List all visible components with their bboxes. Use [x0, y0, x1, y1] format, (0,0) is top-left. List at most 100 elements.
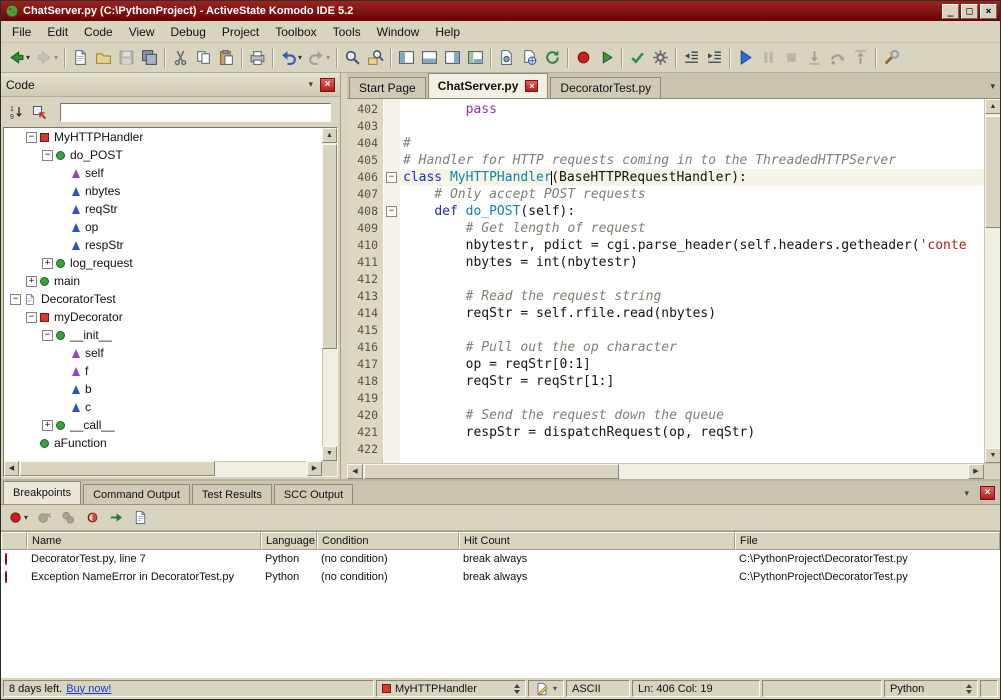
code-line-414[interactable]: 414 reqStr = self.rfile.read(nbytes) — [347, 305, 984, 322]
column-language[interactable]: Language — [261, 532, 317, 550]
code-line-418[interactable]: 418 reqStr = reqStr[1:] — [347, 373, 984, 390]
tab-scc-output[interactable]: SCC Output — [274, 484, 353, 504]
toggle-breakpoint-state-button[interactable] — [81, 507, 103, 529]
code-line-404[interactable]: 404# — [347, 135, 984, 152]
panel-menu-icon[interactable]: ▾ — [301, 79, 320, 90]
preferences-button[interactable] — [649, 46, 672, 70]
open-button[interactable] — [92, 46, 115, 70]
copy-button[interactable] — [192, 46, 215, 70]
tab-chatserver-py[interactable]: ChatServer.py× — [428, 73, 549, 98]
tree-horizontal-scrollbar[interactable]: ◀ ▶ — [4, 461, 322, 476]
scroll-up-icon[interactable]: ▲ — [985, 99, 1000, 114]
scroll-left-icon[interactable]: ◀ — [347, 464, 363, 479]
undo-button[interactable]: ▾ — [277, 46, 305, 70]
check-syntax-button[interactable] — [626, 46, 649, 70]
code-line-410[interactable]: 410 nbytestr, pdict = cgi.parse_header(s… — [347, 237, 984, 254]
code-filter-input[interactable] — [60, 103, 331, 122]
editor[interactable]: 402 pass403404#405# Handler for HTTP req… — [347, 99, 1000, 463]
scrollbar-thumb[interactable] — [20, 461, 215, 476]
run-button[interactable] — [734, 46, 757, 70]
preview-buffer-button[interactable] — [495, 46, 518, 70]
column-icon[interactable] — [1, 532, 27, 550]
stop-button[interactable] — [780, 46, 803, 70]
tree-item-call[interactable]: +__call__ — [4, 416, 322, 434]
back-button[interactable]: ▾ — [5, 46, 33, 70]
code-line-420[interactable]: 420 # Send the request down the queue — [347, 407, 984, 424]
code-line-406[interactable]: 406−class MyHTTPHandler(BaseHTTPRequestH… — [347, 169, 984, 186]
code-line-413[interactable]: 413 # Read the request string — [347, 288, 984, 305]
menu-edit[interactable]: Edit — [39, 22, 76, 42]
tree-expander-icon[interactable]: + — [42, 258, 53, 269]
print-button[interactable] — [246, 46, 269, 70]
save-all-button[interactable] — [138, 46, 161, 70]
find-in-files-button[interactable] — [364, 46, 387, 70]
redo-button[interactable]: ▾ — [305, 46, 333, 70]
save-button[interactable] — [115, 46, 138, 70]
new-breakpoint-button[interactable]: ▾ — [5, 507, 31, 529]
panel-menu-icon[interactable]: ▾ — [957, 488, 976, 499]
toggle-left-pane-button[interactable] — [395, 46, 418, 70]
code-line-421[interactable]: 421 respStr = dispatchRequest(op, reqStr… — [347, 424, 984, 441]
tree-item-init[interactable]: −__init__ — [4, 326, 322, 344]
tab-decoratortest-py[interactable]: DecoratorTest.py — [550, 77, 661, 98]
menu-view[interactable]: View — [121, 22, 163, 42]
code-line-422[interactable]: 422 — [347, 441, 984, 458]
tree-item-nbytes[interactable]: nbytes — [4, 182, 322, 200]
delete-breakpoint-button[interactable] — [33, 507, 55, 529]
buffer-status-segment[interactable]: ▾ — [528, 680, 564, 697]
indent-button[interactable] — [703, 46, 726, 70]
code-line-412[interactable]: 412 — [347, 271, 984, 288]
code-line-419[interactable]: 419 — [347, 390, 984, 407]
scroll-right-icon[interactable]: ▶ — [307, 461, 322, 476]
tree-item-b[interactable]: b — [4, 380, 322, 398]
menu-debug[interactable]: Debug — [163, 22, 214, 42]
tree-item-f[interactable]: f — [4, 362, 322, 380]
tree-expander-icon[interactable]: − — [42, 150, 53, 161]
scrollbar-thumb[interactable] — [322, 144, 337, 349]
tree-item-main[interactable]: +main — [4, 272, 322, 290]
fold-marker-icon[interactable]: − — [386, 172, 397, 183]
scrollbar-thumb[interactable] — [985, 116, 1000, 228]
menu-toolbox[interactable]: Toolbox — [267, 22, 324, 42]
language-spinner-icon[interactable] — [966, 684, 972, 694]
menu-project[interactable]: Project — [214, 22, 267, 42]
language-segment[interactable]: Python — [884, 680, 978, 697]
tree-item-op[interactable]: op — [4, 218, 322, 236]
toggle-bottom-pane-button[interactable] — [418, 46, 441, 70]
symbol-spinner-icon[interactable] — [514, 684, 520, 694]
close-button[interactable]: × — [980, 4, 997, 19]
tree-expander-icon[interactable]: − — [10, 294, 21, 305]
menu-window[interactable]: Window — [369, 22, 428, 42]
code-line-408[interactable]: 408− def do_POST(self): — [347, 203, 984, 220]
tab-test-results[interactable]: Test Results — [192, 484, 272, 504]
column-name[interactable]: Name — [27, 532, 261, 550]
tree-item-c[interactable]: c — [4, 398, 322, 416]
minimize-button[interactable]: _ — [942, 4, 959, 19]
editor-vertical-scrollbar[interactable]: ▲ ▼ — [984, 99, 1000, 463]
build-tools-button[interactable] — [880, 46, 903, 70]
buy-now-link[interactable]: Buy now! — [66, 683, 111, 695]
scroll-up-icon[interactable]: ▲ — [322, 128, 337, 143]
column-hit-count[interactable]: Hit Count — [459, 532, 735, 550]
close-tab-icon[interactable]: × — [525, 80, 538, 92]
step-over-button[interactable] — [826, 46, 849, 70]
scrollbar-thumb[interactable] — [364, 464, 619, 479]
pause-button[interactable] — [757, 46, 780, 70]
sort-order-button[interactable]: 19 — [6, 101, 28, 123]
tree-item-afunction[interactable]: aFunction — [4, 434, 322, 452]
tab-command-output[interactable]: Command Output — [83, 484, 190, 504]
locate-current-scope-button[interactable] — [28, 101, 50, 123]
tree-expander-icon[interactable]: + — [26, 276, 37, 287]
title-bar[interactable]: ChatServer.py (C:\PythonProject) - Activ… — [1, 1, 1000, 21]
tree-expander-icon[interactable]: − — [26, 312, 37, 323]
paste-button[interactable] — [215, 46, 238, 70]
scroll-down-icon[interactable]: ▼ — [985, 448, 1000, 463]
menu-file[interactable]: File — [4, 22, 39, 42]
forward-button[interactable]: ▾ — [33, 46, 61, 70]
find-button[interactable] — [341, 46, 364, 70]
go-to-source-button[interactable] — [105, 507, 127, 529]
tab-start-page[interactable]: Start Page — [349, 77, 426, 98]
tree-item-self[interactable]: self — [4, 164, 322, 182]
current-symbol-segment[interactable]: MyHTTPHandler — [376, 680, 526, 697]
code-line-405[interactable]: 405# Handler for HTTP requests coming in… — [347, 152, 984, 169]
